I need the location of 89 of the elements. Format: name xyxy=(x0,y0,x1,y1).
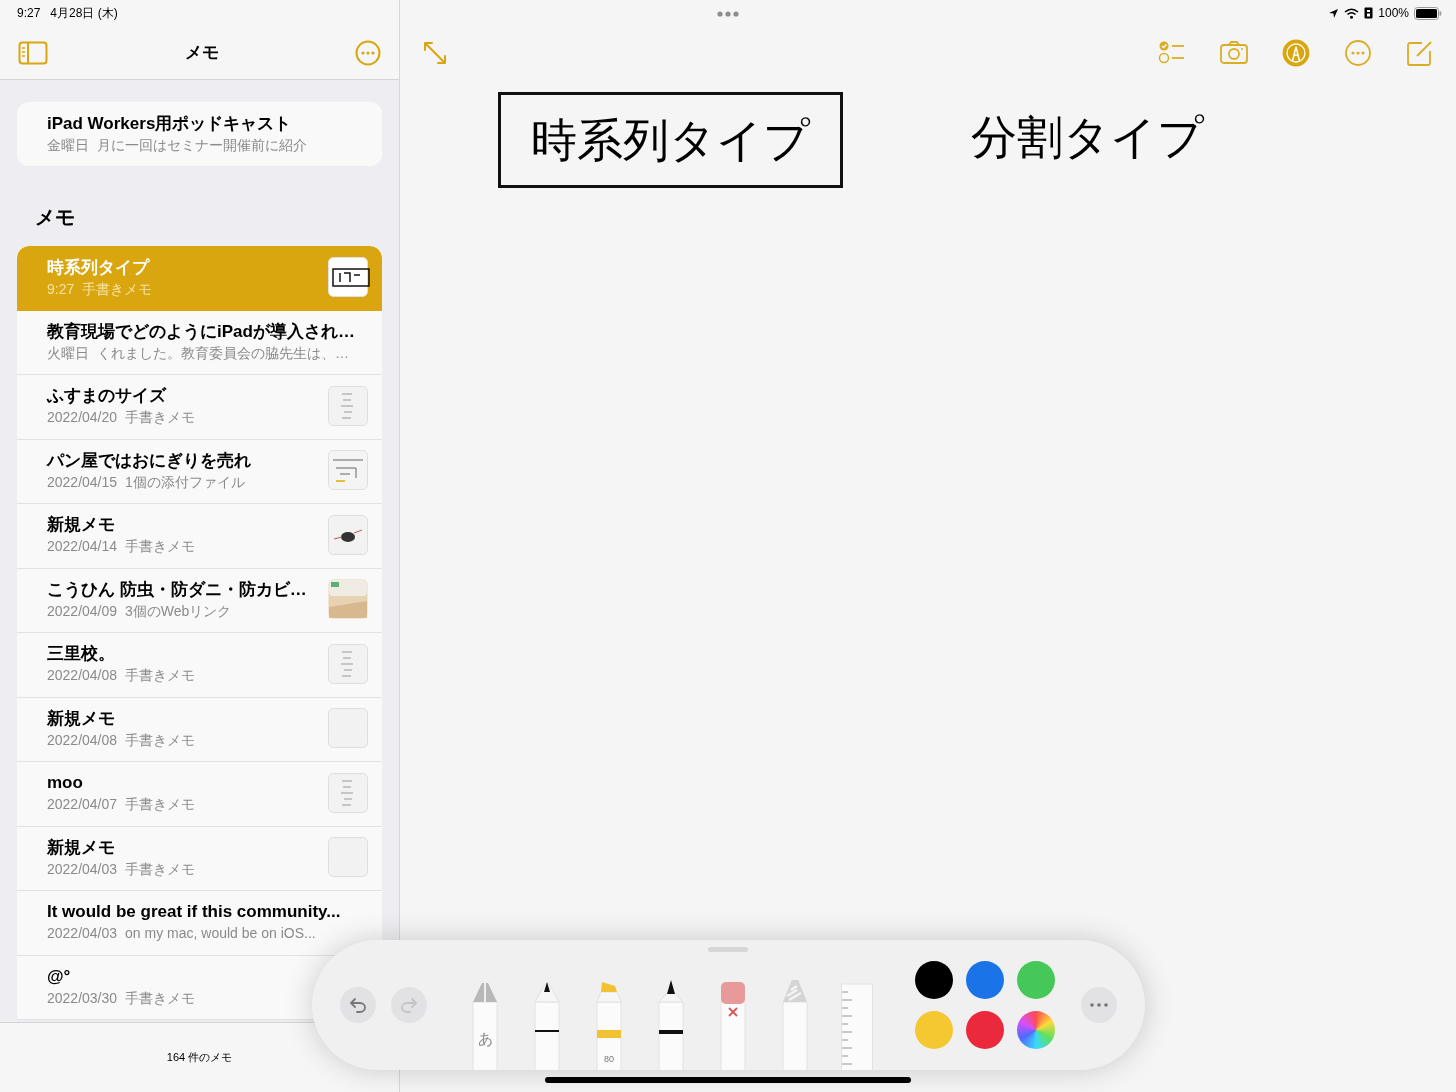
note-title[interactable]: moo xyxy=(47,772,83,795)
note-title[interactable]: 新規メモ xyxy=(47,707,115,730)
note-preview: 手書きメモ xyxy=(125,408,196,428)
more-icon xyxy=(1090,1003,1108,1007)
handwritten-heading: 時系列タイプ xyxy=(498,92,843,188)
ruler-drawing[interactable] xyxy=(841,980,873,1070)
pen-drawing[interactable] xyxy=(469,980,501,1070)
markup-icon[interactable] xyxy=(1282,39,1310,67)
section-header: メモ xyxy=(34,205,76,230)
note-thumbnail xyxy=(328,385,370,428)
pinned-note-card[interactable]: iPad Workers用ポッドキャスト 金曜日 月に一回はセミナー開催前に紹介 xyxy=(17,102,382,166)
note-date: 2022/04/03 xyxy=(47,859,118,879)
more-icon[interactable] xyxy=(355,39,381,66)
note-title[interactable]: 三里校。 xyxy=(47,643,115,666)
status-date: 4月28日 (木) xyxy=(50,5,118,22)
note-date: 火曜日 xyxy=(47,343,89,363)
sidebar-title: メモ xyxy=(184,41,219,64)
expand-icon[interactable] xyxy=(422,40,448,66)
color-picker-swatch[interactable] xyxy=(1017,1011,1055,1049)
note-preview: 手書きメモ xyxy=(125,795,196,815)
note-date: 2022/04/20 xyxy=(47,408,118,428)
note-date: 2022/04/08 xyxy=(47,730,118,750)
pencil-drawing[interactable] xyxy=(779,980,811,1070)
note-preview: 3個のWebリンク xyxy=(125,601,232,621)
note-date: 2022/04/07 xyxy=(47,795,118,815)
note-title[interactable]: @° xyxy=(47,965,71,988)
grabber-handle[interactable] xyxy=(708,947,748,952)
note-date: 2022/04/15 xyxy=(47,472,118,492)
note-title[interactable]: 教育現場でどのようにiPadが導入され… xyxy=(47,320,355,343)
note-thumbnail xyxy=(328,514,370,557)
location-icon xyxy=(1328,7,1340,19)
color-swatch[interactable] xyxy=(966,961,1004,999)
wifi-icon xyxy=(1344,7,1360,19)
battery-icon xyxy=(1414,6,1442,20)
note-preview: 月に一回はセミナー開催前に紹介 xyxy=(97,136,307,155)
color-swatch[interactable] xyxy=(1017,961,1055,999)
note-date: 9:27 xyxy=(47,279,75,299)
note-preview: 手書きメモ xyxy=(125,859,196,879)
monoline-pen-drawing[interactable] xyxy=(531,980,563,1070)
note-thumbnail xyxy=(328,579,370,622)
redo-icon xyxy=(400,997,418,1013)
camera-icon[interactable] xyxy=(1220,39,1248,67)
note-preview: くれました。教育委員会の脇先生は、… xyxy=(97,343,349,363)
compose-icon[interactable] xyxy=(1406,39,1434,67)
note-thumbnail xyxy=(328,450,370,493)
note-thumbnail xyxy=(328,772,370,815)
note-title[interactable]: ふすまのサイズ xyxy=(47,385,166,408)
undo-icon xyxy=(349,997,367,1013)
note-title[interactable]: 新規メモ xyxy=(47,514,115,537)
note-title[interactable]: こうひん 防虫・防ダニ・防カビ… xyxy=(47,578,307,601)
note-preview: 手書きメモ xyxy=(125,537,196,557)
more-icon[interactable] xyxy=(1344,39,1372,67)
undo-button[interactable] xyxy=(340,987,376,1023)
note-title: iPad Workers用ポッドキャスト xyxy=(47,113,293,135)
note-thumbnail xyxy=(328,257,370,300)
tool-label: 80 xyxy=(603,1053,615,1066)
note-title[interactable]: It would be great if this community... xyxy=(47,901,341,924)
color-swatch[interactable] xyxy=(915,961,953,999)
color-swatch[interactable] xyxy=(915,1011,953,1049)
note-date: 2022/03/30 xyxy=(47,988,118,1008)
note-title[interactable]: 新規メモ xyxy=(47,836,115,859)
note-preview: 手書きメモ xyxy=(82,279,153,299)
note-date: 金曜日 xyxy=(47,136,89,155)
note-thumbnail xyxy=(328,643,370,686)
status-time: 9:27 xyxy=(17,5,41,22)
note-thumbnail xyxy=(328,837,370,880)
tool-label: あ xyxy=(476,1029,494,1049)
note-date: 2022/04/09 xyxy=(47,601,118,621)
battery-percent: 100% xyxy=(1378,5,1409,22)
multitasking-icon[interactable] xyxy=(716,10,740,18)
note-preview: 手書きメモ xyxy=(125,666,196,686)
palette-more-button[interactable] xyxy=(1081,987,1117,1023)
highlighter-drawing[interactable] xyxy=(593,980,625,1070)
eraser-drawing[interactable] xyxy=(717,980,749,1070)
note-preview: on my mac, would be on iOS... xyxy=(125,924,316,944)
handwritten-heading: 分割タイプ xyxy=(971,109,1204,160)
sidebar-toggle-icon[interactable] xyxy=(18,40,48,65)
color-swatch[interactable] xyxy=(966,1011,1004,1049)
note-date: 2022/04/08 xyxy=(47,666,118,686)
note-date: 2022/04/03 xyxy=(47,924,118,944)
note-thumbnail xyxy=(328,708,370,751)
note-preview: 1個の添付ファイル xyxy=(125,472,245,492)
note-preview: 手書きメモ xyxy=(125,730,196,750)
lock-rotation-icon xyxy=(1364,7,1374,19)
fountain-pen-drawing[interactable] xyxy=(655,980,687,1070)
note-title[interactable]: パン屋ではおにぎりを売れ xyxy=(47,449,251,472)
note-count: 164 件のメモ xyxy=(166,1050,233,1066)
note-date: 2022/04/14 xyxy=(47,537,118,557)
note-preview: 手書きメモ xyxy=(125,988,196,1008)
